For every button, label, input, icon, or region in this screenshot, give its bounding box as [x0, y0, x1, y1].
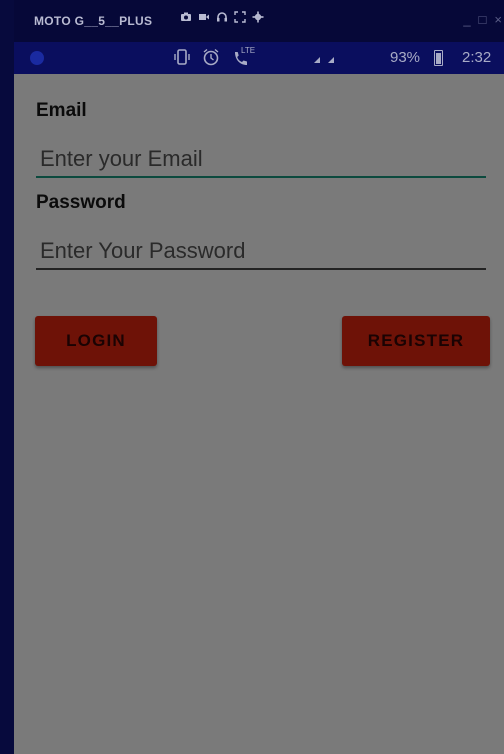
maximize-button[interactable]: □: [479, 12, 487, 27]
settings-icon[interactable]: [252, 11, 264, 23]
lte-label: LTE: [241, 46, 256, 55]
device-name: MOTO G__5__PLUS: [34, 14, 153, 28]
status-icons: LTE: [174, 46, 336, 66]
wifi-icon: [268, 52, 278, 64]
register-button[interactable]: REGISTER: [342, 316, 490, 366]
signal-icon: [314, 57, 334, 63]
fullscreen-icon[interactable]: [234, 11, 246, 23]
login-screen: Email Password LOGIN REGISTER: [14, 74, 504, 754]
emulator-title-bar: MOTO G__5__PLUS _ □ ×: [14, 0, 504, 42]
vibrate-icon: [174, 49, 190, 65]
login-button[interactable]: LOGIN: [35, 316, 157, 366]
close-button[interactable]: ×: [494, 12, 502, 27]
alarm-icon: [203, 48, 219, 66]
camera-icon[interactable]: [180, 11, 192, 23]
emulator-window: MOTO G__5__PLUS _ □ × LTE 93% 2:32 Email…: [0, 0, 504, 754]
battery-percent: 93%: [390, 49, 421, 66]
clock: 2:32: [462, 49, 492, 66]
headset-icon[interactable]: [216, 11, 228, 23]
password-label: Password: [36, 192, 126, 213]
email-label: Email: [36, 100, 87, 121]
notification-dot: [30, 51, 44, 65]
password-field[interactable]: [36, 234, 486, 270]
emulator-toolbar: [180, 11, 264, 23]
battery-charging-icon: [434, 50, 443, 66]
android-status-bar: LTE 93% 2:32: [14, 42, 504, 74]
lte-call-icon: LTE: [232, 46, 256, 66]
window-controls: _ □ ×: [463, 12, 502, 27]
minimize-button[interactable]: _: [463, 12, 470, 27]
email-field[interactable]: [36, 142, 486, 178]
video-icon[interactable]: [198, 11, 210, 23]
